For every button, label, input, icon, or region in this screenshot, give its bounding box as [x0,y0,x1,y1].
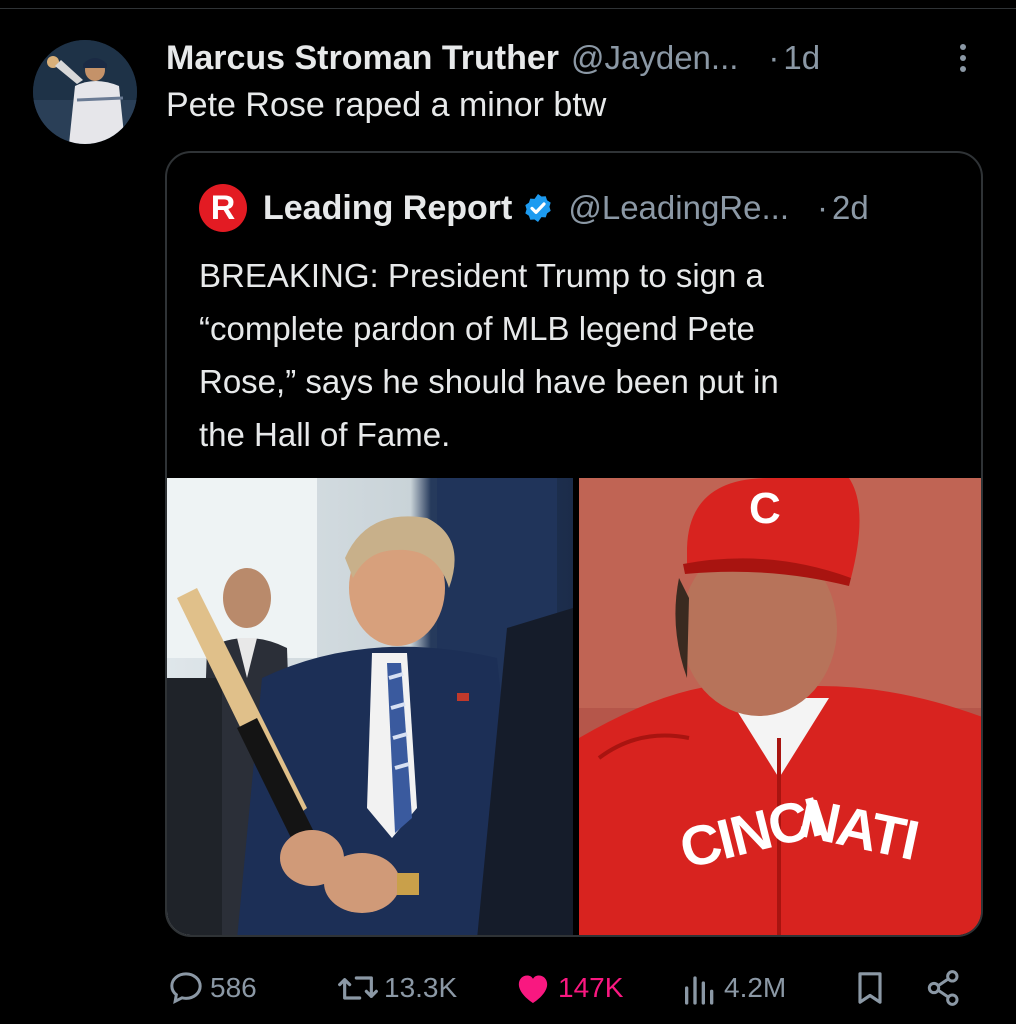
author-name[interactable]: Marcus Stroman Truther [166,39,559,78]
quoted-text-line: “complete pardon of MLB legend Pete [199,310,755,347]
cap-logo: C [749,484,781,533]
tweet-header: Marcus Stroman Truther @Jayden... · 1d [166,36,966,80]
bookmark-icon [858,972,882,1004]
media-image-left[interactable] [167,478,573,935]
view-count: 4.2M [724,972,787,1003]
separator-dot: · [816,189,828,226]
repost-count: 13.3K [384,972,458,1003]
action-bar: 586 13.3K 147K 4.2M [0,958,1016,1018]
share-icon [927,970,959,1006]
quoted-text-line: BREAKING: President Trump to sign a [199,257,764,294]
leading-report-logo-icon[interactable]: R [199,184,247,232]
quoted-tweet-text: BREAKING: President Trump to sign a “com… [199,249,959,461]
heart-icon [518,975,548,1003]
photo-man-swinging-baseball-bat-icon [167,478,573,935]
quoted-author-name[interactable]: Leading Report [263,189,512,228]
quoted-timestamp[interactable]: 2d [832,189,869,227]
profile-photo-icon [33,40,137,144]
like-count: 147K [558,972,624,1003]
quoted-tweet[interactable]: R Leading Report @LeadingRe... · 2d BREA… [165,151,983,937]
photo-man-in-red-cincinnati-jacket-icon [579,478,981,935]
verified-badge-icon [525,194,552,222]
speech-bubble-icon [170,972,202,1005]
like-button[interactable]: 147K [512,958,623,1018]
tweet-text: Pete Rose raped a minor btw [166,86,607,124]
quoted-text-line: Rose,” says he should have been put in [199,363,779,400]
quoted-tweet-header: R Leading Report @LeadingRe... · 2d [199,183,869,233]
author-avatar[interactable] [33,40,137,144]
quoted-text-line: the Hall of Fame. [199,416,451,453]
share-button[interactable] [924,958,964,1018]
media-grid: C CINCI NATI [167,478,981,935]
quoted-author-handle[interactable]: @LeadingRe... [568,189,789,227]
tweet-timestamp[interactable]: 1d [783,39,820,77]
reply-button[interactable]: 586 [166,958,257,1018]
bar-chart-icon [685,976,714,1005]
repost-button[interactable]: 13.3K [336,958,457,1018]
bookmark-button[interactable] [850,958,890,1018]
media-image-right[interactable]: C CINCI NATI [579,478,981,935]
repost-arrows-icon [338,976,378,1000]
author-handle[interactable]: @Jayden... [571,39,738,77]
views-button[interactable]: 4.2M [680,958,786,1018]
more-options-icon[interactable] [948,40,978,76]
top-divider [0,8,1016,9]
reply-count: 586 [210,972,257,1003]
separator-dot: · [768,39,780,76]
